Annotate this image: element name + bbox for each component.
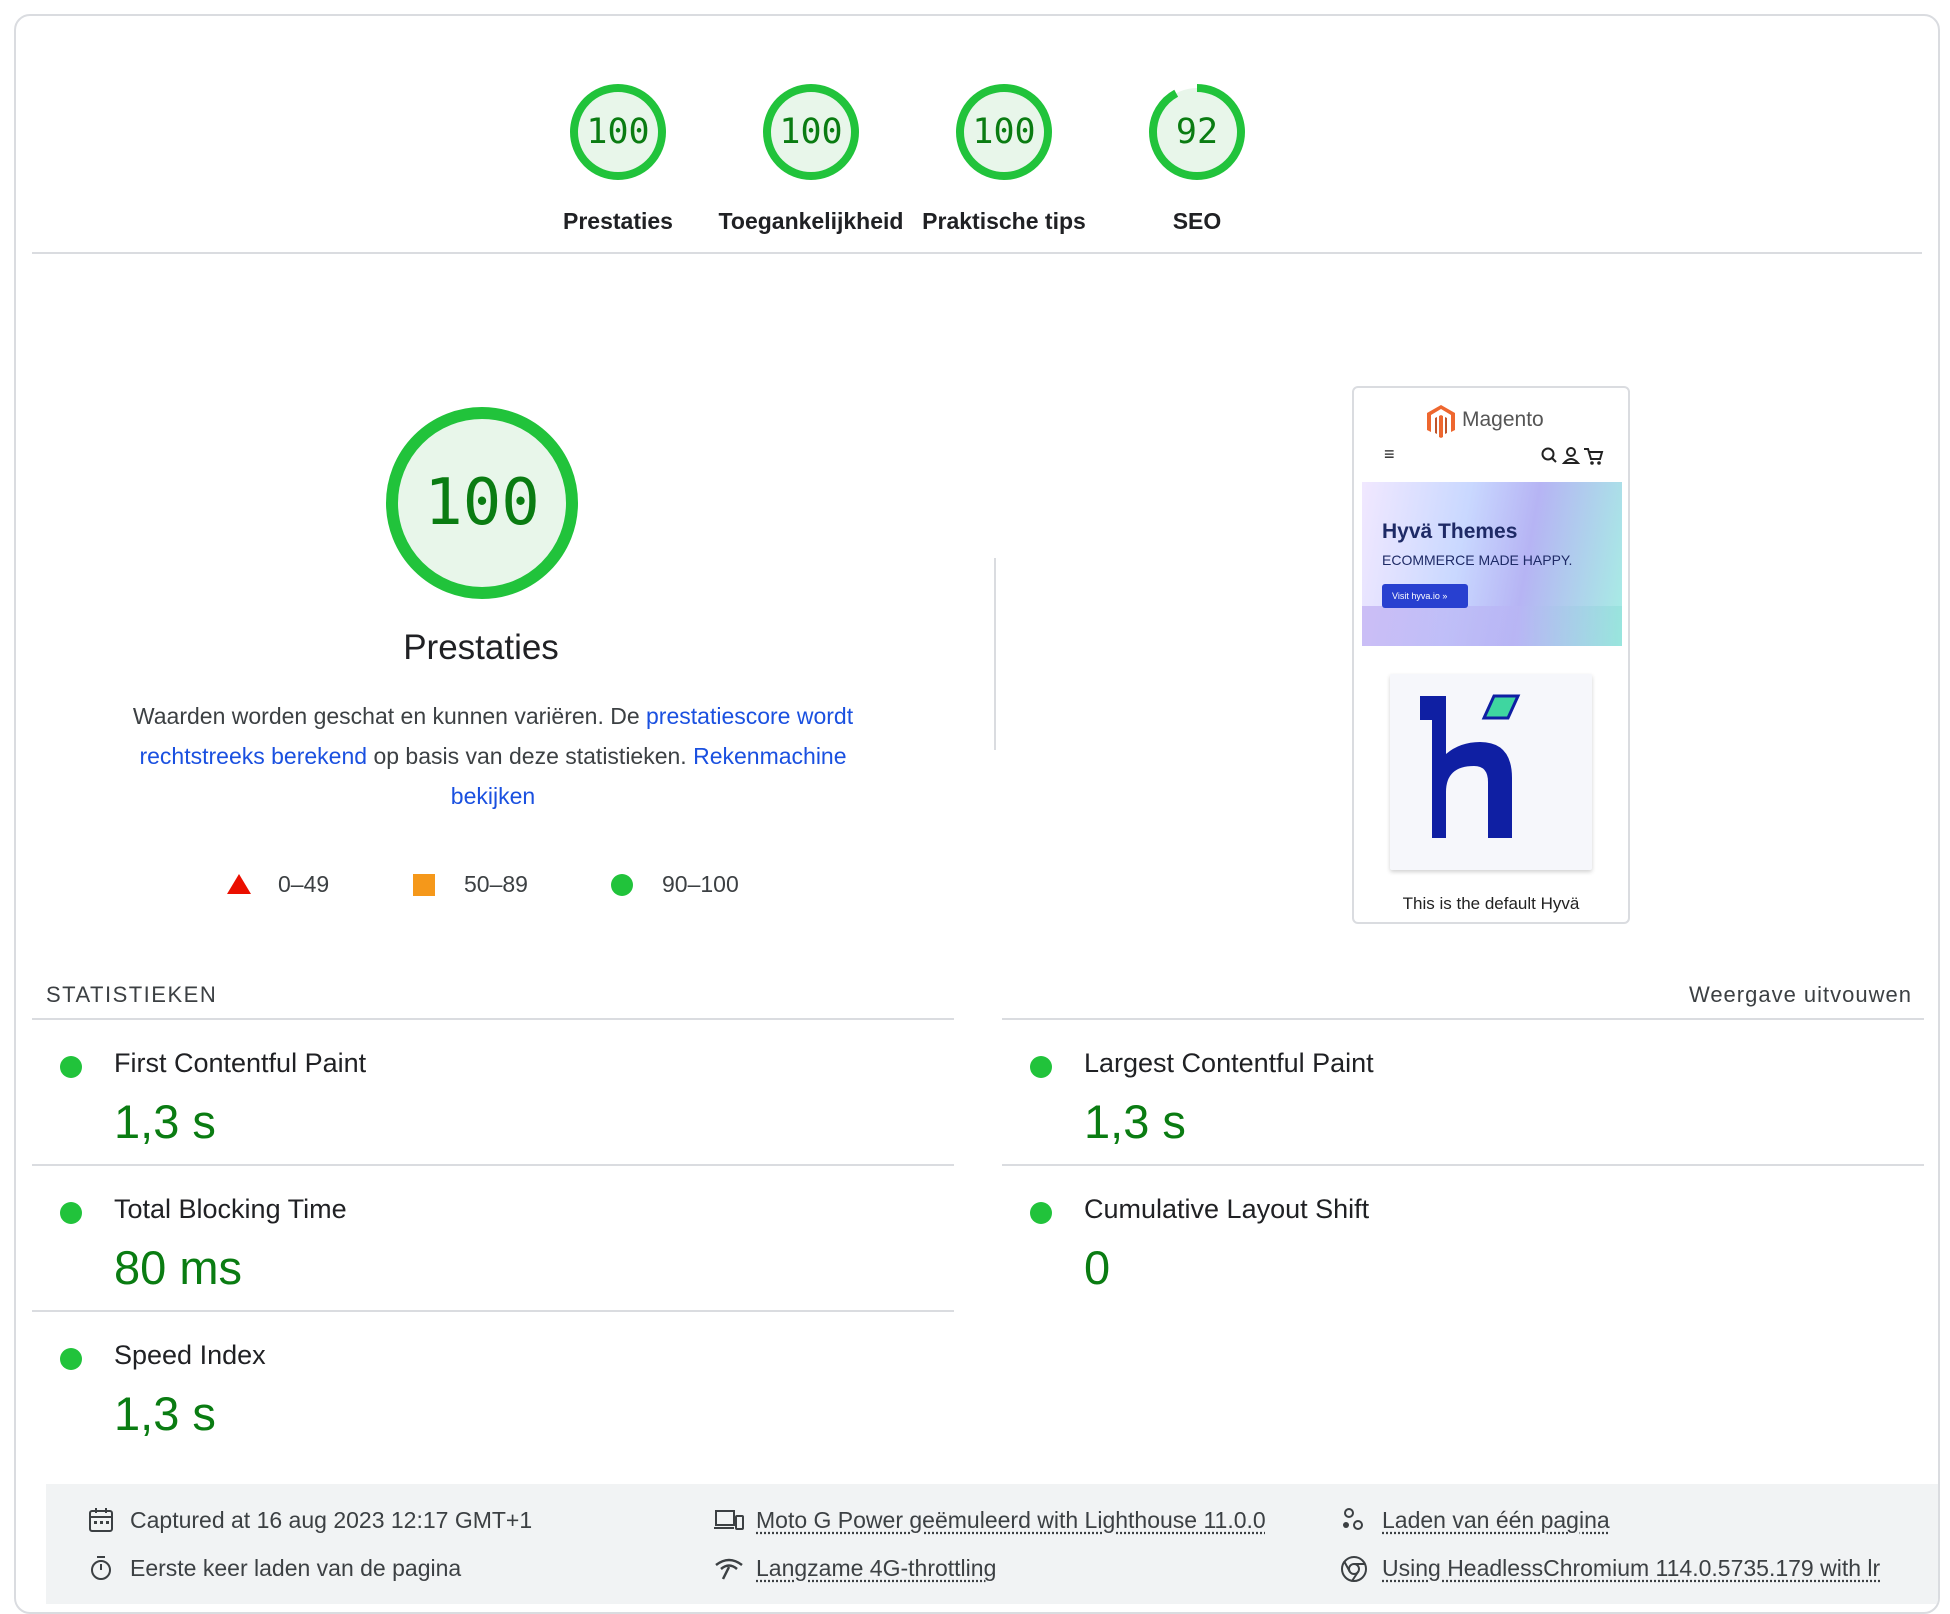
metric-total-blocking-time[interactable]: Total Blocking Time 80 ms <box>32 1166 952 1310</box>
hero-banner: Hyvä Themes ECOMMERCE MADE HAPPY. Visit … <box>1362 482 1622 646</box>
report-frame: 100 Prestaties 100 Toegankelijkheid 100 … <box>14 14 1940 1614</box>
browser-version-text[interactable]: Using HeadlessChromium 114.0.5735.179 wi… <box>1382 1550 1880 1586</box>
search-account-cart-icons <box>1541 447 1604 465</box>
chrome-icon <box>1341 1556 1367 1582</box>
metric-name: Total Blocking Time <box>114 1194 347 1224</box>
session-icon <box>1343 1508 1363 1530</box>
gauge-ring: 92 <box>1143 78 1251 186</box>
metrics-title: STATISTIEKEN <box>46 982 218 1007</box>
page-caption: This is the default Hyvä <box>1402 894 1580 913</box>
magento-logo-icon <box>1427 405 1455 438</box>
desc-text: op basis van deze statistieken. <box>367 743 694 769</box>
score-legend: 0–49 50–89 90–100 <box>16 864 976 904</box>
runtime-settings-footer: Captured at 16 aug 2023 12:17 GMT+1 Eers… <box>46 1484 1938 1604</box>
metric-name: Cumulative Layout Shift <box>1084 1194 1370 1224</box>
hamburger-menu-icon: ≡ <box>1384 444 1395 464</box>
expand-view-toggle[interactable]: Weergave uitvouwen <box>1689 982 1912 1008</box>
metric-value: 1,3 s <box>114 1095 216 1148</box>
hyva-logo-icon <box>1420 694 1521 838</box>
category-score: 100 <box>972 112 1036 152</box>
captured-at-text: Captured at 16 aug 2023 12:17 GMT+1 <box>130 1507 533 1533</box>
calendar-icon <box>89 1508 113 1532</box>
gauge-ring: 100 <box>564 78 672 186</box>
performance-gauge: 100 <box>382 403 582 603</box>
category-gauge-seo[interactable]: 92 SEO <box>1077 62 1317 235</box>
network-signal-icon <box>715 1558 743 1580</box>
pass-indicator-icon <box>60 1056 82 1078</box>
pass-indicator-icon <box>60 1348 82 1370</box>
page-screenshot-preview[interactable]: Magento ≡ Hyvä Themes ECOMMERCE MADE HAP… <box>1352 386 1630 924</box>
legend-pass-label: 90–100 <box>662 871 739 897</box>
metric-largest-contentful-paint[interactable]: Largest Contentful Paint 1,3 s <box>1002 1020 1922 1164</box>
pass-indicator-icon <box>1030 1056 1052 1078</box>
pass-indicator-icon <box>1030 1202 1052 1224</box>
metric-first-contentful-paint[interactable]: First Contentful Paint 1,3 s <box>32 1020 952 1164</box>
network-throttling-text[interactable]: Langzame 4G-throttling <box>756 1550 996 1586</box>
metric-value: 1,3 s <box>1084 1095 1186 1148</box>
metric-name: Largest Contentful Paint <box>1084 1048 1374 1078</box>
header-icons <box>1540 446 1604 473</box>
performance-description: Waarden worden geschat en kunnen variëre… <box>98 696 888 816</box>
metric-value: 1,3 s <box>114 1387 216 1440</box>
gauge-ring: 100 <box>757 78 865 186</box>
category-label: SEO <box>1172 208 1222 234</box>
gauge-ring: 100 <box>950 78 1058 186</box>
square-icon <box>413 874 435 896</box>
device-emulation-text[interactable]: Moto G Power geëmuleerd with Lighthouse … <box>756 1502 1266 1538</box>
metric-speed-index[interactable]: Speed Index 1,3 s <box>32 1312 952 1456</box>
timer-icon <box>91 1556 111 1580</box>
category-score: 100 <box>586 112 650 152</box>
triangle-icon <box>227 874 251 894</box>
pass-indicator-icon <box>60 1202 82 1224</box>
banner-subtitle: ECOMMERCE MADE HAPPY. <box>1382 552 1573 568</box>
metric-value: 80 ms <box>114 1241 242 1294</box>
hyva-logo-card <box>1390 674 1592 870</box>
legend-average-label: 50–89 <box>464 871 528 897</box>
divider <box>32 252 1922 254</box>
metric-cumulative-layout-shift[interactable]: Cumulative Layout Shift 0 <box>1002 1166 1922 1310</box>
metric-value: 0 <box>1084 1241 1111 1294</box>
single-page-session-text[interactable]: Laden van één pagina <box>1382 1502 1610 1538</box>
category-score: 100 <box>779 112 843 152</box>
category-score: 92 <box>1175 112 1219 152</box>
vertical-divider <box>994 558 996 750</box>
desc-text: Waarden worden geschat en kunnen variëre… <box>132 703 647 729</box>
performance-score: 100 <box>424 466 540 540</box>
first-load-text: Eerste keer laden van de pagina <box>130 1555 462 1581</box>
devices-icon <box>714 1510 744 1530</box>
legend-fail-label: 0–49 <box>278 871 330 897</box>
metric-name: First Contentful Paint <box>114 1048 367 1078</box>
performance-title: Prestaties <box>403 628 559 667</box>
magento-logo-text: Magento <box>1462 408 1544 431</box>
banner-title: Hyvä Themes <box>1382 520 1518 543</box>
banner-button: Visit hyva.io » <box>1382 584 1468 608</box>
circle-icon <box>611 874 633 896</box>
metric-name: Speed Index <box>114 1340 266 1370</box>
